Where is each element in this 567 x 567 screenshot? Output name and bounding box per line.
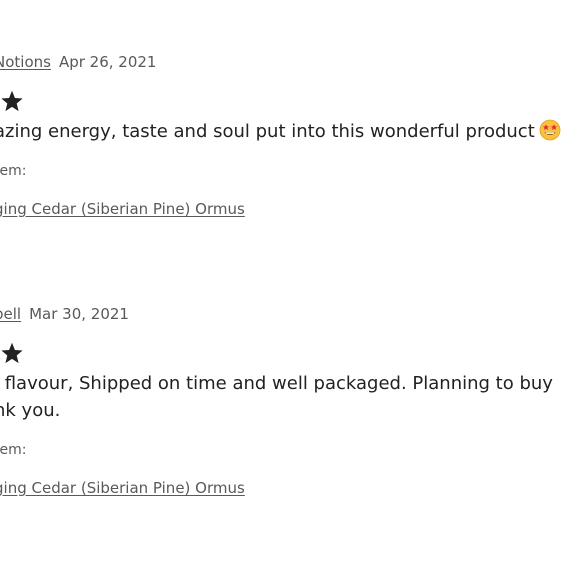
review-meta: pell Mar 30, 2021: [0, 304, 567, 324]
review-card: pell Mar 30, 2021 l flavour, Shipped on t…: [0, 304, 567, 498]
review-text-line: l flavour, Shipped on time and well pack…: [0, 373, 553, 394]
reviewer-name-link[interactable]: pell: [0, 305, 21, 323]
star-rating: [0, 89, 567, 115]
review-text: azing energy, taste and soul put into th…: [0, 118, 567, 145]
star-struck-emoji-icon: [539, 119, 561, 141]
star-rating: [0, 341, 567, 367]
review-text-content: azing energy, taste and soul put into th…: [0, 121, 535, 142]
star-icon: [0, 341, 24, 365]
purchased-item-link[interactable]: ging Cedar (Siberian Pine) Ormus: [0, 199, 245, 219]
purchased-item-label: tem:: [0, 442, 27, 458]
star-icon: [0, 89, 24, 113]
reviewer-name-link[interactable]: Notions: [0, 53, 51, 71]
purchased-item-link[interactable]: ging Cedar (Siberian Pine) Ormus: [0, 478, 245, 498]
reviews-page: Notions Apr 26, 2021 azing energy, taste …: [0, 0, 567, 567]
review-text: l flavour, Shipped on time and well pack…: [0, 370, 567, 424]
review-card: Notions Apr 26, 2021 azing energy, taste …: [0, 52, 567, 219]
review-meta: Notions Apr 26, 2021: [0, 52, 567, 72]
review-text-line: nk you.: [0, 400, 61, 421]
review-date: Apr 26, 2021: [58, 53, 157, 71]
purchased-item-label: tem:: [0, 163, 27, 179]
review-date: Mar 30, 2021: [29, 305, 129, 323]
